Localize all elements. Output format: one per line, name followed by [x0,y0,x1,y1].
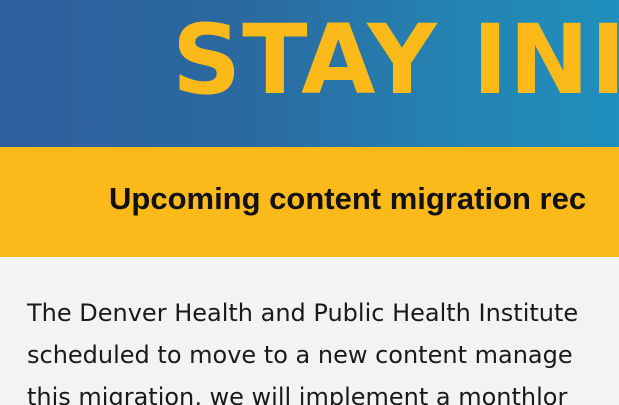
hero-title: STAY INI [172,4,619,116]
body-line: scheduled to move to a new content manag… [27,341,573,369]
hero-banner: STAY INI [0,0,619,147]
announcement-body: The Denver Health and Public Health Inst… [27,292,619,405]
body-line: this migration, we will implement a mont… [27,383,568,405]
page: STAY INI Upcoming content migration rec … [0,0,619,405]
announcement-heading: Upcoming content migration rec [109,181,587,216]
body-line: The Denver Health and Public Health Inst… [27,299,579,327]
announcement-banner: Upcoming content migration rec [0,147,619,257]
